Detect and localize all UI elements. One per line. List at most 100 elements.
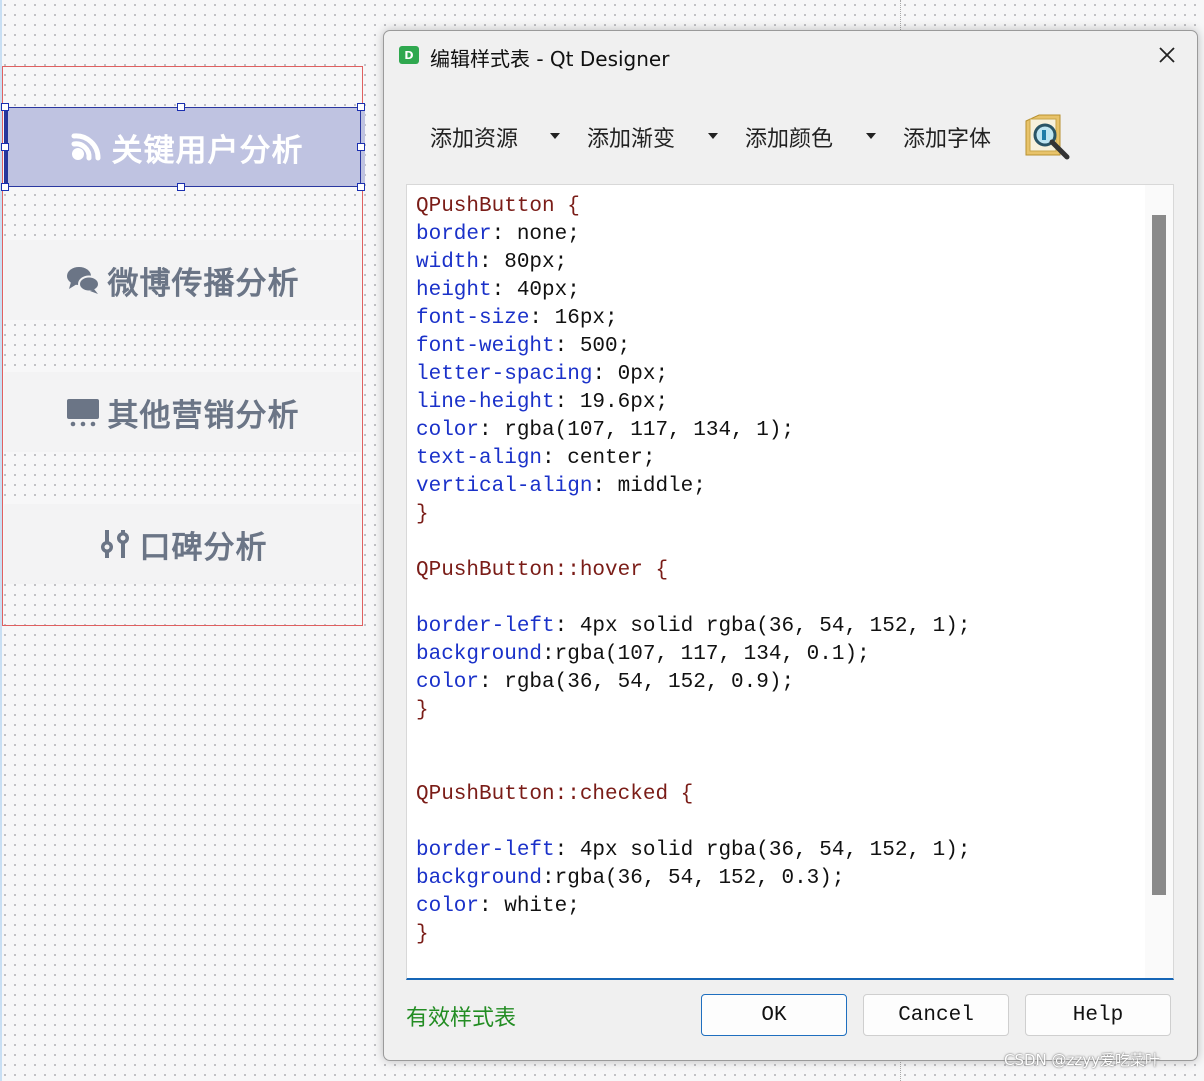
help-button[interactable]: Help bbox=[1025, 994, 1171, 1036]
cancel-button[interactable]: Cancel bbox=[863, 994, 1009, 1036]
add-gradient-button[interactable]: 添加渐变 bbox=[587, 119, 675, 155]
resize-handle[interactable] bbox=[357, 103, 365, 111]
css-value: : 40px; bbox=[491, 279, 580, 302]
css-value: : none; bbox=[491, 223, 580, 246]
resize-handle[interactable] bbox=[177, 103, 185, 111]
css-property: border bbox=[416, 223, 492, 246]
css-property: width bbox=[416, 251, 480, 274]
dialog-titlebar[interactable]: D 编辑样式表 - Qt Designer bbox=[384, 31, 1197, 81]
css-property: background bbox=[416, 867, 543, 890]
css-property: color bbox=[416, 895, 480, 918]
css-value: : 80px; bbox=[479, 251, 568, 274]
css-value: : 0px; bbox=[592, 363, 669, 386]
css-property: font-weight bbox=[416, 335, 555, 358]
code-line: border-left: 4px solid rgba(36, 54, 152,… bbox=[416, 613, 971, 641]
code-line: text-align: center; bbox=[416, 445, 971, 473]
css-value: : 4px solid rgba(36, 54, 152, 1); bbox=[554, 615, 971, 638]
css-value: : center; bbox=[542, 447, 656, 470]
find-icon[interactable] bbox=[1022, 111, 1074, 163]
add-color-dropdown-arrow-icon[interactable] bbox=[866, 133, 876, 139]
add-color-button[interactable]: 添加颜色 bbox=[745, 119, 833, 155]
add-resource-button[interactable]: 添加资源 bbox=[430, 119, 518, 155]
nav-button-other-marketing[interactable]: 其他营销分析 bbox=[4, 372, 361, 452]
code-line: vertical-align: middle; bbox=[416, 473, 971, 501]
css-property: text-align bbox=[416, 447, 543, 470]
nav-button-key-users[interactable]: 关键用户分析 bbox=[4, 107, 365, 187]
css-value: : 16px; bbox=[529, 307, 618, 330]
ok-button[interactable]: OK bbox=[701, 994, 847, 1036]
resize-handle[interactable] bbox=[1, 103, 9, 111]
code-line: line-height: 19.6px; bbox=[416, 389, 971, 417]
css-value: : rgba(107, 117, 134, 1); bbox=[479, 419, 795, 442]
resize-handle[interactable] bbox=[357, 183, 365, 191]
scrollbar-thumb[interactable] bbox=[1152, 215, 1166, 895]
close-button[interactable] bbox=[1152, 40, 1182, 70]
resize-handle[interactable] bbox=[177, 183, 185, 191]
stylesheet-editor[interactable]: QPushButton {border: none; width: 80px; he… bbox=[406, 184, 1174, 980]
css-value: : 500; bbox=[554, 335, 631, 358]
css-property: border-left bbox=[416, 615, 555, 638]
code-line: color: rgba(36, 54, 152, 0.9); bbox=[416, 669, 971, 697]
code-line: } bbox=[416, 697, 971, 725]
watermark: CSDN @zzyy爱吃菜叶 bbox=[1004, 1051, 1161, 1069]
add-gradient-dropdown-arrow-icon[interactable] bbox=[708, 133, 718, 139]
code-line: background:rgba(107, 117, 134, 0.1); bbox=[416, 641, 971, 669]
css-property: height bbox=[416, 279, 492, 302]
css-value: : rgba(36, 54, 152, 0.9); bbox=[479, 671, 795, 694]
stylesheet-code: QPushButton {border: none; width: 80px; he… bbox=[416, 193, 971, 949]
css-property: color bbox=[416, 671, 480, 694]
css-value: :rgba(107, 117, 134, 0.1); bbox=[542, 643, 870, 666]
add-font-button[interactable]: 添加字体 bbox=[903, 119, 991, 155]
css-value: : middle; bbox=[592, 475, 706, 498]
css-selector: QPushButton::hover { bbox=[416, 559, 669, 582]
css-value: :rgba(36, 54, 152, 0.3); bbox=[542, 867, 845, 890]
css-property: color bbox=[416, 419, 480, 442]
css-property: font-size bbox=[416, 307, 530, 330]
nav-button-label: 其他营销分析 bbox=[107, 397, 300, 434]
code-line: color: white; bbox=[416, 893, 971, 921]
nav-button-label: 关键用户分析 bbox=[111, 132, 304, 169]
nav-button-weibo[interactable]: 微博传播分析 bbox=[4, 240, 361, 320]
add-resource-dropdown-arrow-icon[interactable] bbox=[550, 133, 560, 139]
code-line: border-left: 4px solid rgba(36, 54, 152,… bbox=[416, 837, 971, 865]
css-selector: QPushButton { bbox=[416, 195, 580, 218]
resize-handle[interactable] bbox=[1, 183, 9, 191]
chat-bubbles-icon bbox=[66, 265, 100, 295]
qt-designer-app-icon: D bbox=[399, 46, 419, 64]
css-value: : white; bbox=[479, 895, 580, 918]
code-line: } bbox=[416, 501, 971, 529]
vertical-scrollbar[interactable] bbox=[1145, 185, 1173, 978]
valid-stylesheet-status: 有效样式表 bbox=[406, 1006, 517, 1031]
code-line: } bbox=[416, 921, 971, 949]
nav-button-reputation[interactable]: 口碑分析 bbox=[4, 504, 361, 584]
code-line: QPushButton::checked { bbox=[416, 781, 971, 809]
css-value: : 4px solid rgba(36, 54, 152, 1); bbox=[554, 839, 971, 862]
nav-button-label: 口碑分析 bbox=[139, 529, 268, 566]
code-line: font-size: 16px; bbox=[416, 305, 971, 333]
css-property: line-height bbox=[416, 391, 555, 414]
layout-guide bbox=[900, 1062, 902, 1081]
css-selector: QPushButton::checked { bbox=[416, 783, 694, 806]
resize-handle[interactable] bbox=[357, 143, 365, 151]
css-property: letter-spacing bbox=[416, 363, 593, 386]
code-line: border: none; bbox=[416, 221, 971, 249]
code-line: background:rgba(36, 54, 152, 0.3); bbox=[416, 865, 971, 893]
code-line: QPushButton::hover { bbox=[416, 557, 971, 585]
layout-guide bbox=[900, 0, 902, 30]
monitor-icon bbox=[66, 397, 100, 427]
resize-handle[interactable] bbox=[1, 143, 9, 151]
code-line: QPushButton { bbox=[416, 193, 971, 221]
close-icon bbox=[1159, 47, 1175, 63]
code-line: color: rgba(107, 117, 134, 1); bbox=[416, 417, 971, 445]
edit-stylesheet-dialog: D 编辑样式表 - Qt Designer 添加资源 添加渐变 添加颜色 添加字… bbox=[383, 30, 1198, 1061]
nav-button-label: 微博传播分析 bbox=[107, 265, 300, 302]
css-property: border-left bbox=[416, 839, 555, 862]
code-line: letter-spacing: 0px; bbox=[416, 361, 971, 389]
css-selector: } bbox=[416, 503, 429, 526]
css-property: background bbox=[416, 643, 543, 666]
